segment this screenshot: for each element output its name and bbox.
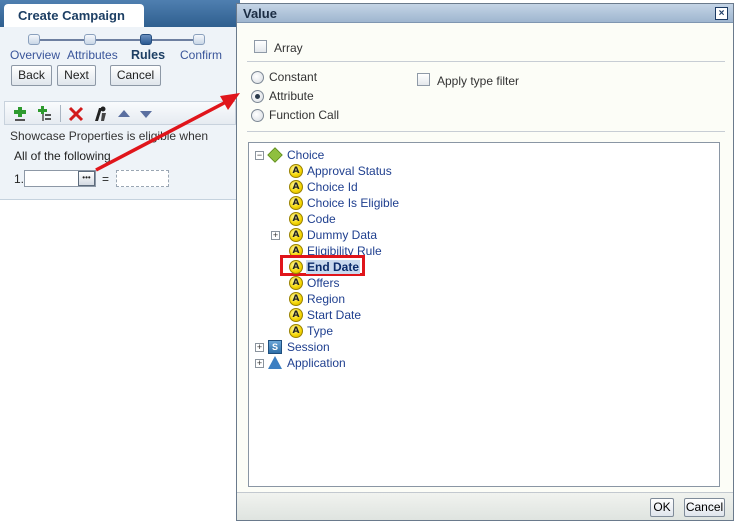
attribute-radio[interactable] [251,90,264,103]
move-up-icon[interactable] [115,105,133,123]
train-step-overview[interactable]: Overview [10,48,60,62]
train-step-overview-dot[interactable] [28,34,40,45]
tree-label[interactable]: Type [307,324,333,338]
condition-row-number: 1. [14,172,25,186]
tree-label[interactable]: Dummy Data [307,228,377,242]
attribute-a-icon: A [289,260,303,274]
train-step-attributes[interactable]: Attributes [67,48,118,62]
expand-icon[interactable]: + [271,231,280,240]
wizard-train: Overview Attributes Rules Confirm [0,30,240,62]
close-icon[interactable]: × [715,7,728,20]
tree-label[interactable]: Choice Id [307,180,358,194]
attribute-a-icon: A [289,212,303,226]
constant-label: Constant [269,70,318,84]
attribute-label: Attribute [269,89,314,103]
constant-radio[interactable] [251,71,264,84]
session-s-icon: S [268,340,282,354]
divider [247,61,725,62]
tree-label[interactable]: Code [307,212,336,226]
toolbar-divider [60,105,61,122]
attribute-tree: − Choice A Approval Status A Choice Id A… [248,142,720,487]
attribute-a-icon: A [289,324,303,338]
attribute-a-icon: A [289,196,303,210]
attribute-a-icon: A [289,292,303,306]
next-button[interactable]: Next [57,65,96,86]
attribute-a-icon: A [289,228,303,242]
application-triangle-icon [268,356,282,369]
condition-right-operand-placeholder[interactable] [116,170,169,187]
tree-label[interactable]: Choice Is Eligible [307,196,399,210]
condition-operator[interactable]: = [102,172,109,186]
train-connector [34,39,198,41]
array-label: Array [274,41,303,55]
group-diamond-icon [267,147,283,163]
tree-label-application[interactable]: Application [287,356,346,370]
collapse-icon[interactable]: − [255,151,264,160]
dialog-title: Value [243,6,277,21]
wizard-tab-strip: Create Campaign [0,0,240,27]
value-picker-button[interactable]: ••• [78,171,95,186]
attribute-a-icon: A [289,164,303,178]
move-down-icon[interactable] [137,105,155,123]
apply-type-filter-label: Apply type filter [437,74,520,88]
apply-type-filter-checkbox[interactable] [417,73,430,86]
function-call-radio[interactable] [251,109,264,122]
tree-label[interactable]: Offers [307,276,339,290]
tree-label-session[interactable]: Session [287,340,330,354]
train-step-attributes-dot[interactable] [84,34,96,45]
attribute-a-icon: A [289,276,303,290]
tree-label-choice[interactable]: Choice [287,148,324,162]
add-group-icon[interactable] [35,105,53,123]
tree-label[interactable]: Start Date [307,308,361,322]
attribute-a-icon: A [289,180,303,194]
cancel-button[interactable]: Cancel [110,65,161,86]
eligibility-text: Showcase Properties is eligible when [10,129,209,143]
function-call-label: Function Call [269,108,340,122]
value-dialog: Value × Array Constant Attribute Functio… [236,3,734,521]
tree-label[interactable]: Region [307,292,345,306]
ok-button[interactable]: OK [650,498,674,517]
wizard-title-tab[interactable]: Create Campaign [4,4,144,27]
train-step-confirm[interactable]: Confirm [180,48,222,62]
tree-label-selected[interactable]: End Date [306,260,361,274]
expand-icon[interactable]: + [255,359,264,368]
array-checkbox[interactable] [254,40,267,53]
add-condition-icon[interactable] [11,105,29,123]
attribute-a-icon: A [289,308,303,322]
back-button[interactable]: Back [11,65,52,86]
wizard-panel: Create Campaign Overview Attributes Rule… [0,0,240,524]
edit-rule-icon[interactable] [91,105,109,123]
train-step-rules[interactable]: Rules [131,48,165,62]
dialog-title-bar[interactable]: Value × [237,4,733,23]
tree-label[interactable]: Approval Status [307,164,392,178]
condition-group-label[interactable]: All of the following [14,149,111,163]
dialog-cancel-button[interactable]: Cancel [684,498,725,517]
train-step-confirm-dot[interactable] [193,34,205,45]
rule-toolbar [4,101,236,125]
divider [247,131,725,132]
delete-icon[interactable] [67,105,85,123]
expand-icon[interactable]: + [255,343,264,352]
train-step-rules-dot[interactable] [140,34,152,45]
